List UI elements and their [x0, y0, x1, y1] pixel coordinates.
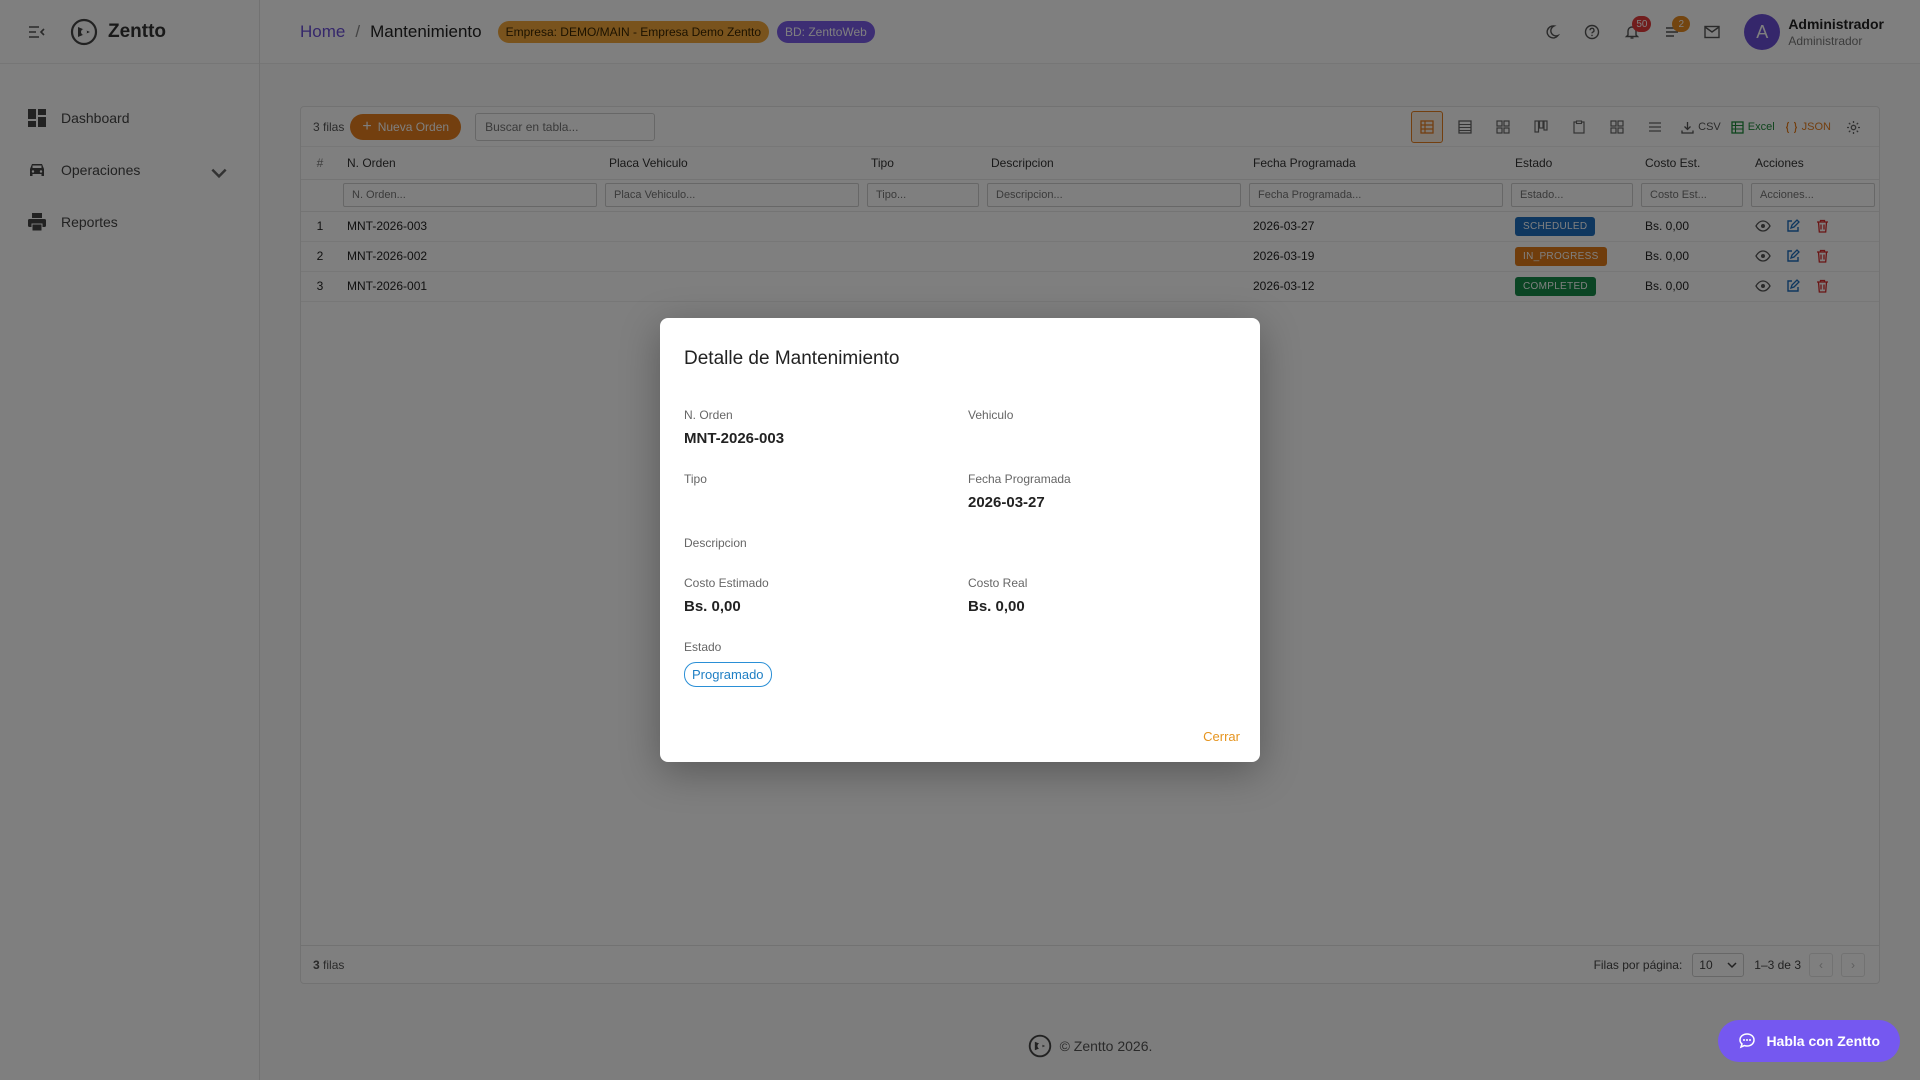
field-costo-estimado: Costo Estimado Bs. 0,00: [684, 576, 769, 615]
field-label: N. Orden: [684, 408, 733, 422]
field-orden: N. Orden MNT-2026-003: [684, 408, 784, 447]
field-value: 2026-03-27: [968, 494, 1045, 511]
field-fecha: Fecha Programada 2026-03-27: [968, 472, 1071, 511]
field-label: Descripcion: [684, 536, 747, 550]
field-label: Tipo: [684, 472, 707, 486]
field-label: Fecha Programada: [968, 472, 1071, 486]
chat-bubble-icon: [1739, 1033, 1756, 1049]
field-label: Costo Real: [968, 576, 1028, 590]
field-label: Estado: [684, 640, 722, 654]
close-button[interactable]: Cerrar: [1203, 729, 1240, 744]
field-tipo: Tipo: [684, 472, 707, 494]
chat-assistant-button[interactable]: Habla con Zentto: [1718, 1020, 1900, 1062]
field-vehiculo: Vehiculo: [968, 408, 1013, 430]
dialog-title: Detalle de Mantenimiento: [684, 348, 900, 369]
status-chip: Programado: [684, 662, 772, 687]
field-value: Bs. 0,00: [684, 598, 741, 615]
field-label: Vehiculo: [968, 408, 1014, 422]
field-label: Costo Estimado: [684, 576, 769, 590]
field-value: MNT-2026-003: [684, 430, 785, 447]
field-value: Bs. 0,00: [968, 598, 1025, 615]
field-estado: Estado Programado: [684, 640, 772, 687]
field-descripcion: Descripcion: [684, 536, 747, 550]
chat-button-label: Habla con Zentto: [1766, 1033, 1880, 1049]
maintenance-detail-dialog: Detalle de Mantenimiento N. Orden MNT-20…: [660, 318, 1260, 762]
field-costo-real: Costo Real Bs. 0,00: [968, 576, 1027, 615]
